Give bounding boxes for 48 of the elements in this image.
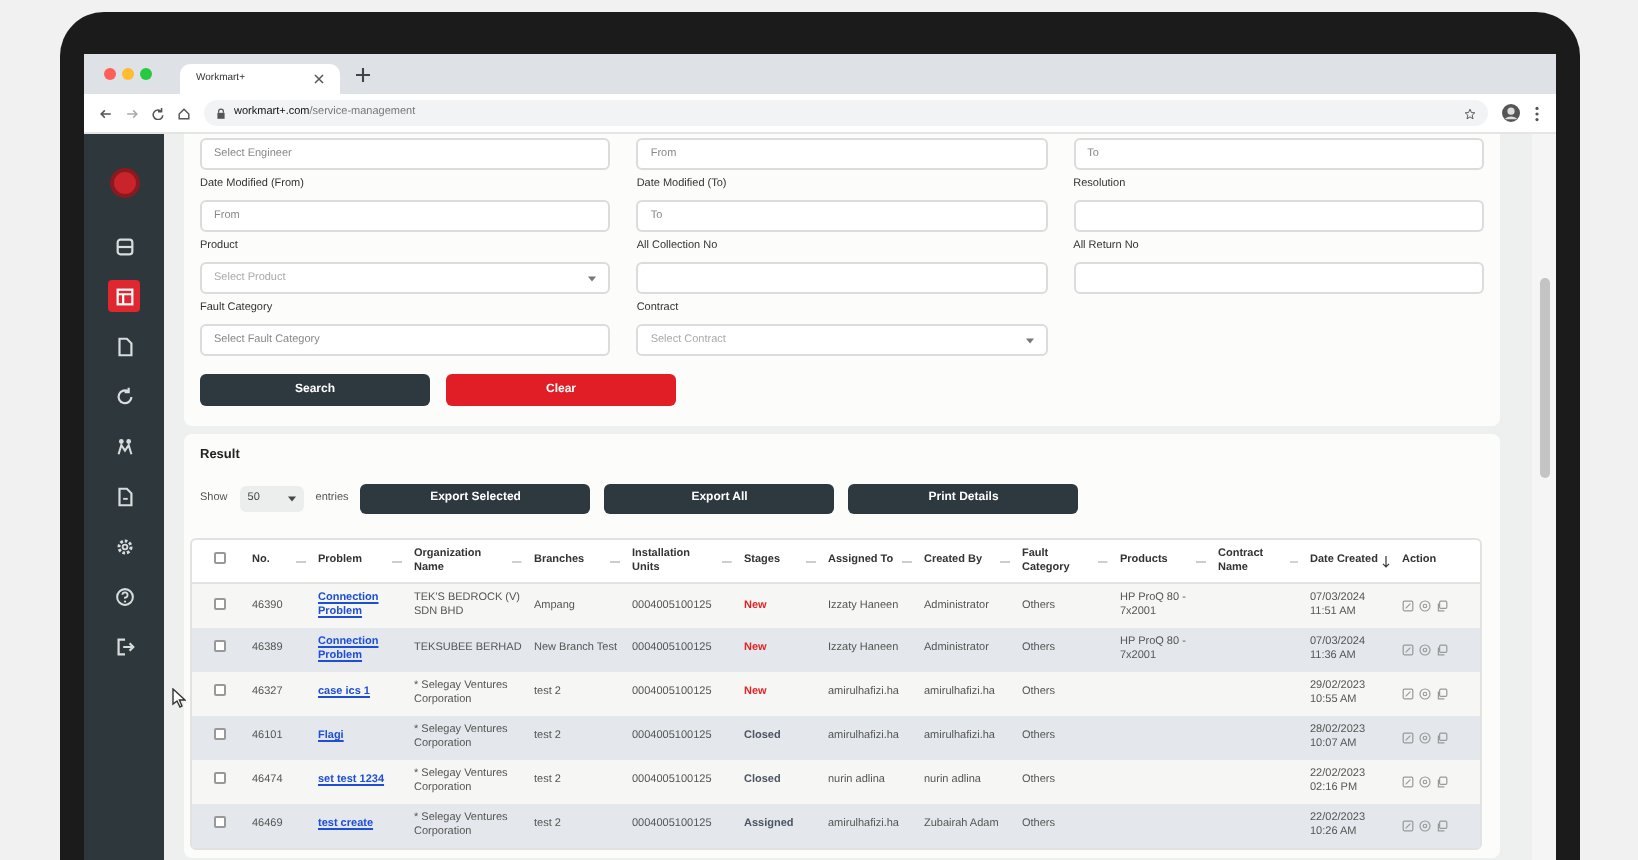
maximize-window-icon[interactable] bbox=[140, 68, 152, 80]
edit-icon[interactable] bbox=[1402, 731, 1414, 744]
reload-icon[interactable] bbox=[152, 107, 164, 119]
edit-icon[interactable] bbox=[1402, 643, 1414, 656]
minimize-window-icon[interactable] bbox=[122, 68, 134, 80]
caret-icon bbox=[588, 275, 597, 281]
checkbox[interactable] bbox=[213, 772, 225, 785]
bookmark-star-icon[interactable] bbox=[1464, 107, 1476, 119]
new-tab-icon[interactable] bbox=[356, 67, 370, 81]
home-icon[interactable] bbox=[178, 107, 190, 119]
scrollbar-thumb[interactable] bbox=[1539, 278, 1549, 478]
copy-icon[interactable] bbox=[1436, 775, 1448, 788]
checkbox[interactable] bbox=[213, 597, 225, 609]
checkbox[interactable] bbox=[213, 640, 225, 653]
copy-icon[interactable] bbox=[1436, 643, 1448, 656]
input-field[interactable] bbox=[636, 262, 1048, 294]
caret-icon bbox=[1025, 337, 1034, 343]
lock-icon bbox=[216, 107, 226, 119]
input-field[interactable] bbox=[1073, 262, 1484, 294]
close-window-icon[interactable] bbox=[104, 68, 116, 80]
logo-icon bbox=[109, 168, 139, 198]
menu-icon[interactable] bbox=[1534, 105, 1540, 121]
view-icon[interactable] bbox=[1418, 643, 1432, 656]
edit-icon[interactable] bbox=[1402, 775, 1414, 788]
edit-icon[interactable] bbox=[1402, 687, 1414, 700]
edit-icon[interactable] bbox=[1402, 819, 1414, 832]
edit-icon[interactable] bbox=[1402, 600, 1414, 612]
view-icon[interactable] bbox=[1418, 687, 1432, 700]
view-icon[interactable] bbox=[1418, 819, 1432, 832]
forward-icon[interactable] bbox=[126, 107, 138, 119]
close-icon[interactable] bbox=[314, 74, 324, 84]
profile-avatar-icon[interactable] bbox=[1502, 104, 1520, 122]
back-icon[interactable] bbox=[100, 107, 112, 119]
checkbox[interactable] bbox=[213, 728, 225, 741]
copy-icon[interactable] bbox=[1436, 819, 1448, 832]
view-icon[interactable] bbox=[1418, 600, 1432, 612]
checkbox[interactable] bbox=[213, 552, 225, 564]
checkbox[interactable] bbox=[213, 816, 225, 829]
copy-icon[interactable] bbox=[1436, 687, 1448, 700]
input-field[interactable] bbox=[1073, 200, 1484, 232]
view-icon[interactable] bbox=[1418, 775, 1432, 788]
sort-down-icon[interactable] bbox=[1382, 555, 1390, 567]
calendar-icon[interactable] bbox=[108, 280, 140, 312]
checkbox[interactable] bbox=[213, 684, 225, 697]
caret-icon bbox=[287, 495, 296, 502]
copy-icon[interactable] bbox=[1436, 600, 1448, 612]
copy-icon[interactable] bbox=[1436, 731, 1448, 744]
view-icon[interactable] bbox=[1418, 731, 1432, 744]
